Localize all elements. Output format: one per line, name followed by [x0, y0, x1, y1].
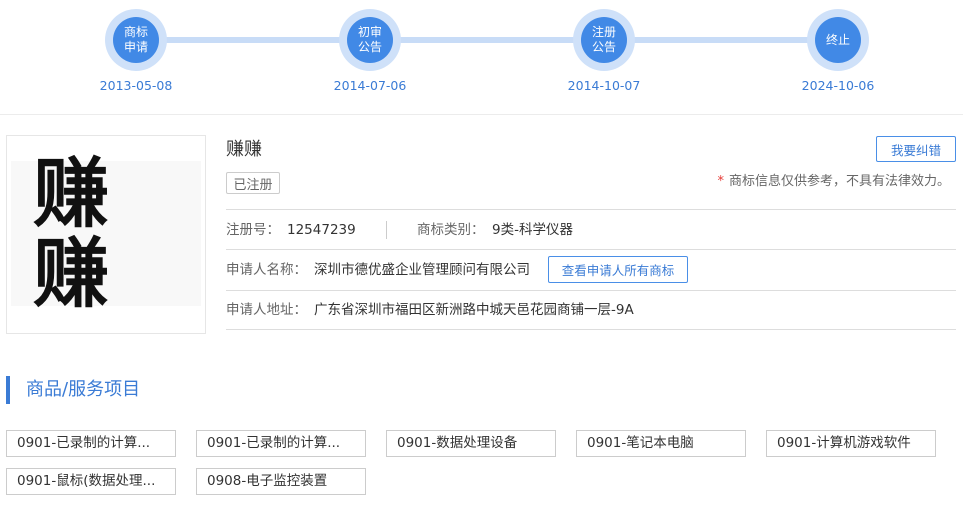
- reg-no-value: 12547239: [287, 222, 356, 238]
- timeline-step-circle: 注册 公告: [581, 17, 627, 63]
- class-value: 9类-科学仪器: [492, 222, 573, 238]
- view-applicant-trademarks-button[interactable]: 查看申请人所有商标: [548, 256, 688, 283]
- timeline-step-preliminary: 初审 公告: [339, 9, 401, 71]
- field-row-divider: [226, 249, 956, 250]
- section-accent-bar: [6, 376, 10, 404]
- address-value: 广东省深圳市福田区新洲路中城天邑花园商铺一层-9A: [314, 302, 634, 318]
- timeline-step-application: 商标 申请: [105, 9, 167, 71]
- timeline-step-date: 2014-07-06: [333, 78, 407, 93]
- timeline-step-label: 申请: [123, 40, 148, 54]
- timeline-step-registration: 注册 公告: [573, 9, 635, 71]
- timeline-track: [136, 37, 838, 43]
- timeline-step-label: 注册: [591, 25, 616, 39]
- timeline-step-date: 2014-10-07: [567, 78, 641, 93]
- field-row-divider: [226, 209, 956, 210]
- disclaimer-text: 商标信息仅供参考，不具有法律效力。: [728, 174, 950, 189]
- timeline-step-label: 初审: [357, 25, 382, 39]
- field-row-divider: [226, 290, 956, 291]
- timeline-step-date: 2024-10-06: [801, 78, 875, 93]
- section-divider: [0, 114, 963, 115]
- address-label: 申请人地址：: [226, 302, 307, 318]
- timeline-step-termination: 终止: [807, 9, 869, 71]
- service-item[interactable]: 0901-已录制的计算...: [196, 430, 366, 457]
- service-item[interactable]: 0901-鼠标(数据处理...: [6, 468, 176, 495]
- field-divider: [386, 221, 387, 239]
- timeline-step-circle: 初审 公告: [347, 17, 393, 63]
- trademark-name: 赚赚: [226, 139, 262, 160]
- service-item[interactable]: 0901-数据处理设备: [386, 430, 556, 457]
- status-badge: 已注册: [226, 172, 280, 194]
- applicant-value: 深圳市德优盛企业管理顾问有限公司: [314, 262, 530, 278]
- service-item[interactable]: 0901-计算机游戏软件: [766, 430, 936, 457]
- disclaimer-note: * 商标信息仅供参考，不具有法律效力。: [717, 173, 950, 191]
- class-label: 商标类别：: [417, 222, 485, 238]
- timeline-step-circle: 商标 申请: [113, 17, 159, 63]
- timeline-step-date: 2013-05-08: [99, 78, 173, 93]
- timeline-step-label: 商标: [123, 25, 148, 39]
- timeline-step-label: 公告: [591, 40, 616, 54]
- disclaimer-asterisk: *: [717, 174, 724, 189]
- timeline-step-label: 公告: [357, 40, 382, 54]
- applicant-label: 申请人名称：: [226, 262, 307, 278]
- report-error-button[interactable]: 我要纠错: [876, 136, 956, 162]
- timeline-step-label: 终止: [825, 32, 850, 47]
- services-section-title: 商品/服务项目: [26, 379, 141, 400]
- trademark-image-artwork: 赚赚: [11, 153, 201, 313]
- service-item[interactable]: 0908-电子监控装置: [196, 468, 366, 495]
- reg-no-label: 注册号：: [226, 222, 280, 238]
- service-item[interactable]: 0901-已录制的计算...: [6, 430, 176, 457]
- trademark-image: 赚赚: [6, 135, 206, 334]
- service-item[interactable]: 0901-笔记本电脑: [576, 430, 746, 457]
- field-row-divider: [226, 329, 956, 330]
- timeline-step-circle: 终止: [815, 17, 861, 63]
